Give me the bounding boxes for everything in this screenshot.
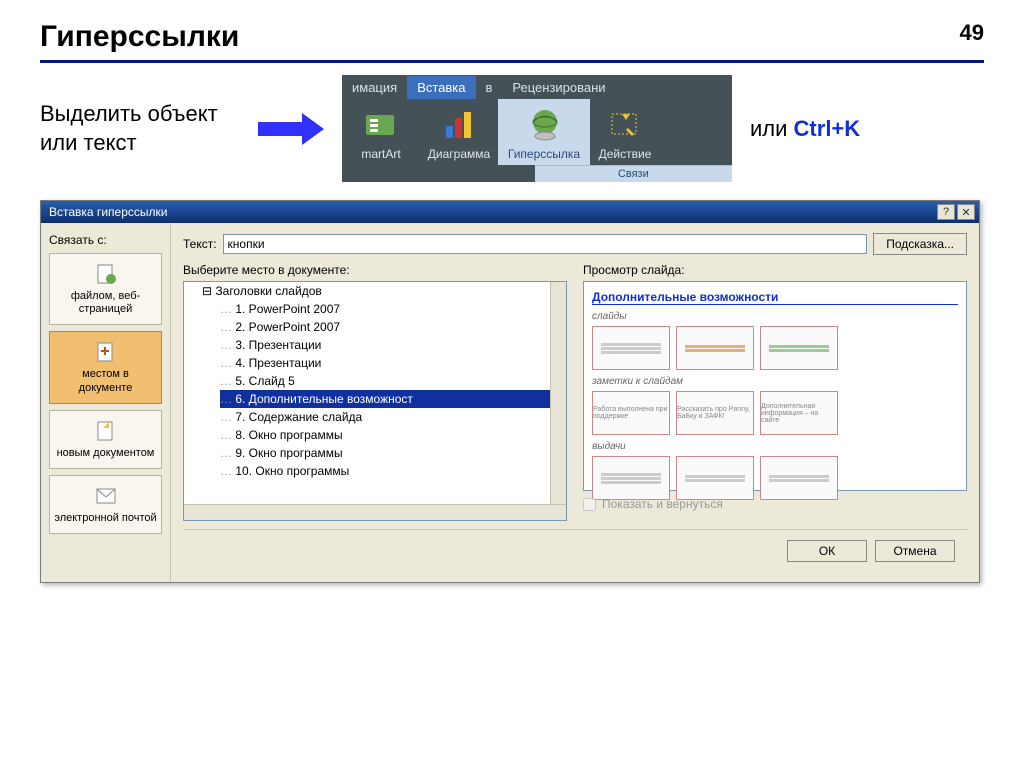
tree-scrollbar-x[interactable] bbox=[184, 504, 566, 520]
ok-button[interactable]: ОК bbox=[787, 540, 867, 562]
page-number: 49 bbox=[960, 20, 984, 46]
arrow-icon bbox=[258, 113, 324, 145]
tree-item[interactable]: 9. Окно программы bbox=[220, 444, 566, 462]
tree-item[interactable]: 4. Презентации bbox=[220, 354, 566, 372]
tree-item[interactable]: 7. Содержание слайда bbox=[220, 408, 566, 426]
ribbon-fragment: имация Вставка в Рецензировани martArt Д… bbox=[342, 75, 732, 182]
tree-root[interactable]: Заголовки слайдов bbox=[202, 282, 566, 300]
ribbon-tab-v[interactable]: в bbox=[476, 76, 503, 99]
preview-slide-title: Дополнительные возможности bbox=[592, 290, 958, 305]
help-button[interactable]: ? bbox=[937, 204, 955, 220]
preview-label: Просмотр слайда: bbox=[583, 263, 967, 277]
ribbon-smartart-label: martArt bbox=[361, 147, 400, 161]
email-icon bbox=[94, 484, 118, 508]
file-web-icon bbox=[94, 262, 118, 286]
ribbon-action[interactable]: Действие bbox=[590, 99, 660, 165]
insert-hyperlink-dialog: Вставка гиперссылки ? ✕ Связать с: файло… bbox=[40, 200, 980, 583]
preview-thumb bbox=[592, 456, 670, 500]
ribbon-hyperlink[interactable]: Гиперссылка bbox=[498, 99, 590, 165]
tree-label: Выберите место в документе: bbox=[183, 263, 567, 277]
action-icon bbox=[607, 107, 643, 143]
tree-scrollbar-y[interactable] bbox=[550, 282, 566, 504]
ribbon-smartart[interactable]: martArt bbox=[342, 99, 420, 165]
headings-tree[interactable]: Заголовки слайдов 1. PowerPoint 20072. P… bbox=[183, 281, 567, 521]
tree-item[interactable]: 3. Презентации bbox=[220, 336, 566, 354]
chart-icon bbox=[441, 107, 477, 143]
preview-thumb bbox=[760, 456, 838, 500]
ribbon-chart-label: Диаграмма bbox=[428, 147, 490, 161]
linkto-label: Связать с: bbox=[49, 233, 162, 247]
linkto-new-doc[interactable]: новым документом bbox=[49, 410, 162, 469]
text-label: Текст: bbox=[183, 237, 217, 251]
tree-item[interactable]: 5. Слайд 5 bbox=[220, 372, 566, 390]
cancel-button[interactable]: Отмена bbox=[875, 540, 955, 562]
linkto-place-in-doc[interactable]: местом в документе bbox=[49, 331, 162, 403]
slide-preview: Дополнительные возможности слайды заметк… bbox=[583, 281, 967, 491]
preview-thumb: Дополнительная информация – на сайте bbox=[760, 391, 838, 435]
tree-item[interactable]: 6. Дополнительные возможност bbox=[220, 390, 566, 408]
ribbon-chart[interactable]: Диаграмма bbox=[420, 99, 498, 165]
dialog-title: Вставка гиперссылки bbox=[49, 205, 167, 219]
preview-thumb bbox=[676, 456, 754, 500]
page-title: Гиперссылки bbox=[40, 20, 984, 63]
preview-thumb bbox=[592, 326, 670, 370]
tree-item[interactable]: 1. PowerPoint 2007 bbox=[220, 300, 566, 318]
globe-link-icon bbox=[526, 107, 562, 143]
show-return-checkbox bbox=[583, 498, 596, 511]
ribbon-action-label: Действие bbox=[599, 147, 652, 161]
tree-item[interactable]: 2. PowerPoint 2007 bbox=[220, 318, 566, 336]
ribbon-tab-review[interactable]: Рецензировани bbox=[502, 76, 615, 99]
tree-item[interactable]: 10. Окно программы bbox=[220, 462, 566, 480]
ribbon-tab-animation[interactable]: имация bbox=[342, 76, 407, 99]
linkto-file-web[interactable]: файлом, веб-страницей bbox=[49, 253, 162, 325]
close-button[interactable]: ✕ bbox=[957, 204, 975, 220]
preview-thumb bbox=[676, 326, 754, 370]
or-shortcut: или Ctrl+K bbox=[750, 116, 860, 142]
smartart-icon bbox=[363, 107, 399, 143]
display-text-input[interactable] bbox=[223, 234, 868, 254]
preview-thumb bbox=[760, 326, 838, 370]
ribbon-hyperlink-label: Гиперссылка bbox=[508, 147, 580, 161]
ribbon-group-links: Связи bbox=[535, 165, 732, 182]
intro-text: Выделить объект или текст bbox=[40, 100, 240, 157]
tree-item[interactable]: 8. Окно программы bbox=[220, 426, 566, 444]
linkto-email[interactable]: электронной почтой bbox=[49, 475, 162, 534]
new-doc-icon bbox=[94, 419, 118, 443]
screentip-button[interactable]: Подсказка... bbox=[873, 233, 967, 255]
place-in-doc-icon bbox=[94, 340, 118, 364]
preview-thumb: Рассказать про Panny, БаБку и ЗАФК! bbox=[676, 391, 754, 435]
preview-thumb: Работа выполнена при поддержке bbox=[592, 391, 670, 435]
ribbon-tab-insert[interactable]: Вставка bbox=[407, 76, 475, 99]
